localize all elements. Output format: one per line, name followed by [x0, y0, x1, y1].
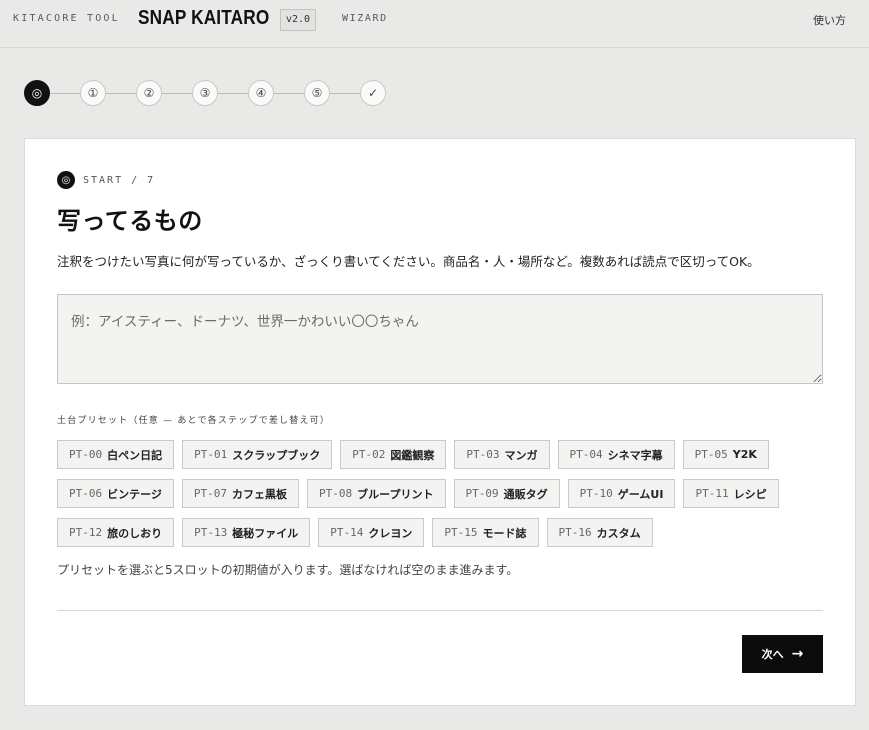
step-connector [218, 92, 248, 94]
preset-code: PT-02 [352, 448, 386, 461]
next-button-label: 次へ [761, 648, 784, 661]
wizard-stepper: ◎ ① ② ③ ④ ⑤ ✓ [24, 80, 386, 106]
org-label: KITACORE TOOL [13, 13, 120, 24]
preset-name: ブループリント [357, 487, 434, 501]
preset-row: PT-00 白ペン日記 PT-01 スクラップブック PT-02 図鑑観察 PT-03 マンガ… [57, 440, 837, 469]
preset-name: モード誌 [482, 526, 527, 540]
step-eyebrow: ◎ START / 7 [57, 171, 155, 189]
preset-code: PT-09 [465, 487, 499, 500]
preset-chip-pt-06[interactable]: PT-06 ビンテージ [57, 479, 174, 508]
step-4[interactable]: ④ [248, 80, 274, 106]
step-5[interactable]: ⑤ [304, 80, 330, 106]
preset-chip-pt-07[interactable]: PT-07 カフェ黒板 [181, 479, 300, 508]
preset-chip-pt-01[interactable]: PT-01 スクラップブック [182, 440, 333, 469]
preset-chip-pt-04[interactable]: PT-04 シネマ字幕 [557, 440, 675, 469]
preset-code: PT-13 [194, 526, 228, 539]
step-description: 注釈をつけたい写真に何が写っているか、ざっくり書いてください。商品名・人・場所な… [57, 254, 760, 269]
next-button[interactable]: 次へ → [742, 635, 823, 673]
step-1[interactable]: ① [80, 80, 106, 106]
preset-chip-pt-03[interactable]: PT-03 マンガ [454, 440, 550, 469]
preset-code: PT-12 [69, 526, 103, 539]
preset-chip-pt-02[interactable]: PT-02 図鑑観察 [340, 440, 447, 469]
page-title: 写ってるもの [57, 207, 203, 235]
preset-chip-list: PT-00 白ペン日記 PT-01 スクラップブック PT-02 図鑑観察 PT-03 マンガ… [57, 440, 837, 557]
preset-chip-pt-10[interactable]: PT-10 ゲームUI [567, 479, 676, 508]
app-title: SNAP KAITARO [138, 7, 270, 29]
preset-name: ビンテージ [107, 487, 162, 501]
preset-chip-pt-00[interactable]: PT-00 白ペン日記 [57, 440, 175, 469]
preset-name: 旅のしおり [107, 526, 163, 540]
preset-code: PT-16 [558, 526, 592, 539]
preset-name: 白ペン日記 [107, 448, 163, 462]
preset-row: PT-06 ビンテージ PT-07 カフェ黒板 PT-08 ブループリント PT-09 通販タ… [57, 479, 837, 508]
preset-code: PT-08 [319, 487, 353, 500]
preset-name: マンガ [504, 448, 538, 462]
preset-code: PT-00 [69, 448, 103, 461]
preset-code: PT-10 [579, 487, 613, 500]
step-connector [162, 92, 192, 94]
preset-chip-pt-16[interactable]: PT-16 カスタム [546, 518, 653, 547]
step-2[interactable]: ② [136, 80, 162, 106]
preset-row: PT-12 旅のしおり PT-13 極秘ファイル PT-14 クレヨン PT-15 モード誌 P… [57, 518, 837, 547]
step-connector [50, 92, 80, 94]
preset-chip-pt-15[interactable]: PT-15 モード誌 [432, 518, 539, 547]
divider [57, 610, 823, 611]
top-bar: KITACORE TOOL SNAP KAITARO v2.0 WIZARD 使… [0, 0, 869, 48]
step-connector [106, 92, 136, 94]
step-counter: START / 7 [83, 174, 156, 186]
preset-name: 通販タグ [503, 487, 548, 501]
preset-code: PT-14 [330, 526, 364, 539]
preset-code: PT-05 [694, 448, 728, 461]
preset-name: カフェ黒板 [232, 487, 288, 501]
preset-code: PT-11 [695, 487, 729, 500]
preset-chip-pt-11[interactable]: PT-11 レシピ [683, 479, 779, 508]
step-done[interactable]: ✓ [360, 80, 386, 106]
preset-chip-pt-08[interactable]: PT-08 ブループリント [307, 479, 446, 508]
preset-chip-pt-13[interactable]: PT-13 極秘ファイル [182, 518, 311, 547]
preset-code: PT-07 [193, 487, 228, 500]
step-start[interactable]: ◎ [24, 80, 50, 106]
subject-input[interactable] [57, 294, 823, 384]
preset-name: スクラップブック [232, 448, 321, 462]
preset-chip-pt-09[interactable]: PT-09 通販タグ [453, 479, 560, 508]
step-connector [330, 92, 360, 94]
preset-code: PT-06 [69, 487, 103, 500]
preset-name: 極秘ファイル [232, 526, 299, 540]
mode-label: WIZARD [342, 13, 388, 24]
preset-name: レシピ [733, 487, 767, 501]
preset-note: プリセットを選ぶと5スロットの初期値が入ります。選ばなければ空のまま進みます。 [57, 563, 519, 577]
preset-code: PT-03 [466, 448, 500, 461]
arrow-right-icon: → [791, 646, 804, 662]
preset-code: PT-01 [194, 448, 228, 461]
preset-name: シネマ字幕 [607, 448, 663, 462]
version-badge: v2.0 [280, 9, 317, 31]
preset-code: PT-04 [569, 448, 603, 461]
step-card: ◎ START / 7 写ってるもの 注釈をつけたい写真に何が写っているか、ざっ… [24, 138, 856, 706]
preset-name: カスタム [596, 526, 641, 540]
preset-name: クレヨン [368, 526, 413, 540]
preset-name: ゲームUI [617, 487, 664, 501]
preset-code: PT-15 [444, 526, 478, 539]
start-icon: ◎ [57, 171, 75, 189]
step-3[interactable]: ③ [192, 80, 218, 106]
preset-section-label: 土台プリセット（任意 — あとで各ステップで差し替え可） [57, 416, 331, 426]
preset-name: 図鑑観察 [390, 448, 435, 462]
help-link[interactable]: 使い方 [813, 12, 846, 28]
preset-chip-pt-05[interactable]: PT-05 Y2K [682, 440, 769, 469]
step-connector [274, 92, 304, 94]
preset-name: Y2K [732, 448, 757, 461]
preset-chip-pt-12[interactable]: PT-12 旅のしおり [57, 518, 175, 547]
preset-chip-pt-14[interactable]: PT-14 クレヨン [318, 518, 425, 547]
